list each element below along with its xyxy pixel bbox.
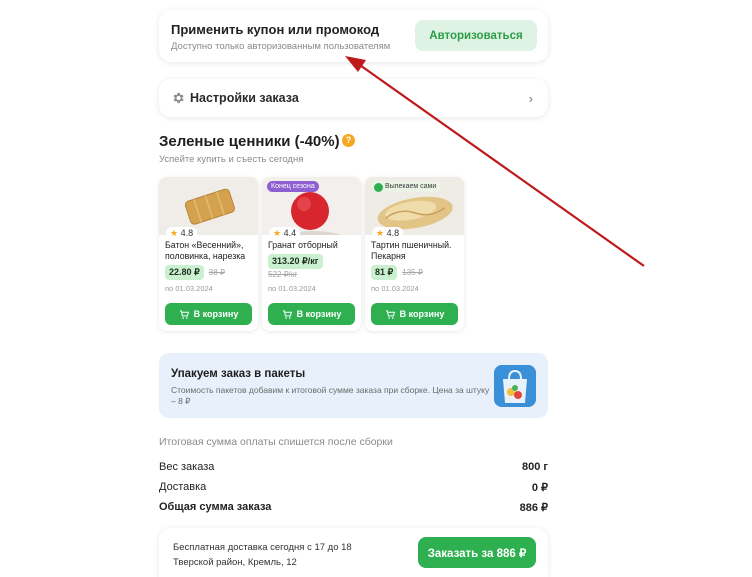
delivery-label: Доставка [159, 481, 207, 493]
rating-value: 4.4 [283, 228, 297, 238]
shopping-bag-icon [494, 365, 536, 407]
add-to-cart-button[interactable]: В корзину [371, 303, 458, 325]
product-old-price: 522 ₽/кг [268, 270, 298, 279]
leaf-icon [374, 183, 383, 192]
bags-banner: Упакуем заказ в пакеты Стоимость пакетов… [159, 353, 548, 418]
order-settings-label: Настройки заказа [190, 91, 299, 105]
product-date: по 01.03.2024 [268, 284, 316, 293]
checkout-bar: Бесплатная доставка сегодня с 17 до 18 Т… [159, 528, 548, 577]
add-to-cart-button[interactable]: В корзину [268, 303, 355, 325]
bake-badge-label: Выпекаем сами [385, 183, 437, 190]
price-row: 22.80 ₽ 38 ₽ [165, 265, 225, 280]
bags-title: Упакуем заказ в пакеты [171, 368, 306, 380]
product-card[interactable]: Выпекаем сами ★ 4.8 Тартин пшеничный. Пе… [365, 177, 464, 331]
product-card[interactable]: ★ 4.8 Батон «Весенний», половинка, нарез… [159, 177, 258, 331]
summary-note: Итоговая сумма оплаты спишется после сбо… [159, 436, 393, 448]
authorize-button[interactable]: Авторизоваться [415, 20, 537, 51]
delivery-value: 0 ₽ [531, 482, 548, 494]
place-order-button[interactable]: Заказать за 886 ₽ [418, 537, 536, 568]
star-icon: ★ [376, 228, 385, 238]
rating-value: 4.8 [386, 228, 400, 238]
add-to-cart-label: В корзину [193, 309, 239, 319]
order-settings-row[interactable]: Настройки заказа › [159, 79, 548, 117]
star-icon: ★ [273, 228, 282, 238]
add-to-cart-label: В корзину [399, 309, 445, 319]
product-rating: ★ 4.4 [269, 227, 301, 240]
product-old-price: 135 ₽ [402, 268, 423, 277]
product-price: 313.20 ₽/кг [268, 254, 323, 269]
price-row: 81 ₽ 135 ₽ [371, 265, 423, 280]
product-name: Тартин пшеничный. Пекарня [371, 240, 452, 261]
chevron-right-icon: › [528, 91, 533, 106]
weight-row: Вес заказа 800 г [159, 461, 548, 473]
green-prices-subtitle: Успейте купить и съесть сегодня [159, 154, 304, 165]
product-old-price: 38 ₽ [208, 268, 225, 277]
product-date: по 01.03.2024 [165, 284, 213, 293]
product-name: Батон «Весенний», половинка, нарезка [165, 240, 246, 261]
gear-icon [173, 92, 184, 104]
green-prices-title: Зеленые ценники (-40%) [159, 133, 340, 150]
rating-value: 4.8 [180, 228, 194, 238]
add-to-cart-label: В корзину [296, 309, 342, 319]
help-icon[interactable]: ? [342, 134, 355, 147]
product-date: по 01.03.2024 [371, 284, 419, 293]
total-row: Общая сумма заказа 886 ₽ [159, 501, 548, 514]
season-end-badge: Конец сезона [267, 181, 319, 192]
delivery-info: Бесплатная доставка сегодня с 17 до 18 [173, 542, 352, 553]
cart-icon [385, 309, 395, 319]
bake-ourselves-badge: Выпекаем сами [371, 181, 441, 192]
coupon-title: Применить купон или промокод [171, 22, 380, 37]
product-rating: ★ 4.8 [372, 227, 404, 240]
weight-label: Вес заказа [159, 461, 215, 473]
product-rating: ★ 4.8 [166, 227, 198, 240]
coupon-card: Применить купон или промокод Доступно то… [159, 10, 548, 62]
star-icon: ★ [170, 228, 179, 238]
delivery-address: Тверской район, Кремль, 12 [173, 557, 297, 568]
weight-value: 800 г [522, 461, 548, 473]
coupon-subtitle: Доступно только авторизованным пользоват… [171, 41, 391, 52]
total-label: Общая сумма заказа [159, 501, 272, 513]
delivery-row: Доставка 0 ₽ [159, 481, 548, 494]
bags-description: Стоимость пакетов добавим к итоговой сум… [171, 385, 490, 406]
price-row: 313.20 ₽/кг [268, 254, 323, 269]
total-value: 886 ₽ [519, 502, 548, 514]
add-to-cart-button[interactable]: В корзину [165, 303, 252, 325]
cart-icon [179, 309, 189, 319]
cart-icon [282, 309, 292, 319]
product-name: Гранат отборный [268, 240, 338, 250]
product-price: 81 ₽ [371, 265, 398, 280]
product-card[interactable]: Конец сезона ★ 4.4 Гранат отборный 313.2… [262, 177, 361, 331]
product-price: 22.80 ₽ [165, 265, 204, 280]
